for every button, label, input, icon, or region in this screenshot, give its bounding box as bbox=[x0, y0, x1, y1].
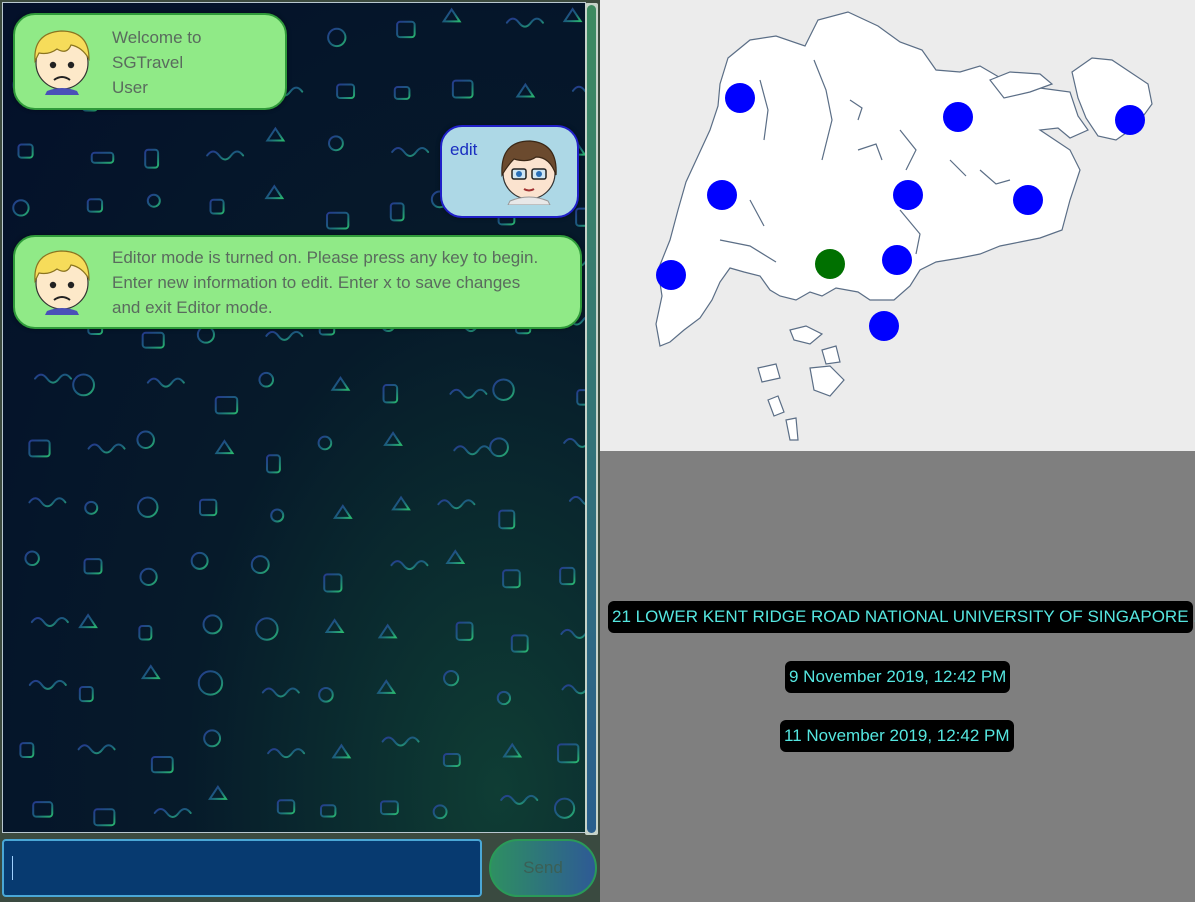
marker-6[interactable] bbox=[1013, 185, 1043, 215]
input-row: Send bbox=[0, 836, 600, 902]
message-text: Welcome to SGTravel User bbox=[112, 25, 272, 100]
bot-avatar-icon bbox=[34, 30, 90, 95]
message-line: User bbox=[112, 78, 148, 97]
bot-avatar-icon bbox=[34, 250, 90, 315]
send-button[interactable]: Send bbox=[489, 839, 597, 897]
chat-scrollbar-thumb[interactable] bbox=[587, 5, 596, 833]
marker-7[interactable] bbox=[656, 260, 686, 290]
marker-4[interactable] bbox=[707, 180, 737, 210]
marker-5[interactable] bbox=[893, 180, 923, 210]
marker-3[interactable] bbox=[1115, 105, 1145, 135]
marker-9[interactable] bbox=[869, 311, 899, 341]
chat-pane: Welcome to SGTravel User edit Editor mod… bbox=[0, 0, 600, 902]
southern-islands-shape bbox=[757, 325, 845, 441]
text-caret bbox=[12, 856, 13, 880]
chat-scrollbar[interactable] bbox=[585, 3, 598, 835]
message-line: SGTravel bbox=[112, 53, 184, 72]
command-input[interactable] bbox=[2, 839, 482, 897]
end-time-label: 11 November 2019, 12:42 PM bbox=[780, 720, 1014, 752]
map-panel bbox=[600, 0, 1195, 451]
bot-message-editor-mode: Editor mode is turned on. Please press a… bbox=[13, 235, 582, 329]
message-line: Welcome to bbox=[112, 28, 202, 47]
marker-1[interactable] bbox=[725, 83, 755, 113]
message-line: Enter new information to edit. Enter x t… bbox=[112, 273, 521, 292]
marker-selected[interactable] bbox=[815, 249, 845, 279]
message-line: Editor mode is turned on. Please press a… bbox=[112, 248, 539, 267]
message-text: Editor mode is turned on. Please press a… bbox=[112, 245, 572, 320]
message-text: edit bbox=[450, 140, 478, 159]
singapore-island-shape bbox=[655, 11, 1089, 347]
user-message: edit bbox=[440, 125, 579, 218]
singapore-map[interactable] bbox=[600, 0, 1195, 451]
chat-message-list[interactable]: Welcome to SGTravel User edit Editor mod… bbox=[2, 2, 586, 833]
message-line: and exit Editor mode. bbox=[112, 298, 273, 317]
marker-8[interactable] bbox=[882, 245, 912, 275]
start-time-label: 9 November 2019, 12:42 PM bbox=[785, 661, 1011, 693]
address-label: 21 LOWER KENT RIDGE ROAD NATIONAL UNIVER… bbox=[608, 601, 1195, 633]
marker-2[interactable] bbox=[943, 102, 973, 132]
bot-message-welcome: Welcome to SGTravel User bbox=[13, 13, 287, 110]
user-avatar-icon bbox=[501, 140, 557, 205]
details-panel: 21 LOWER KENT RIDGE ROAD NATIONAL UNIVER… bbox=[600, 451, 1195, 902]
